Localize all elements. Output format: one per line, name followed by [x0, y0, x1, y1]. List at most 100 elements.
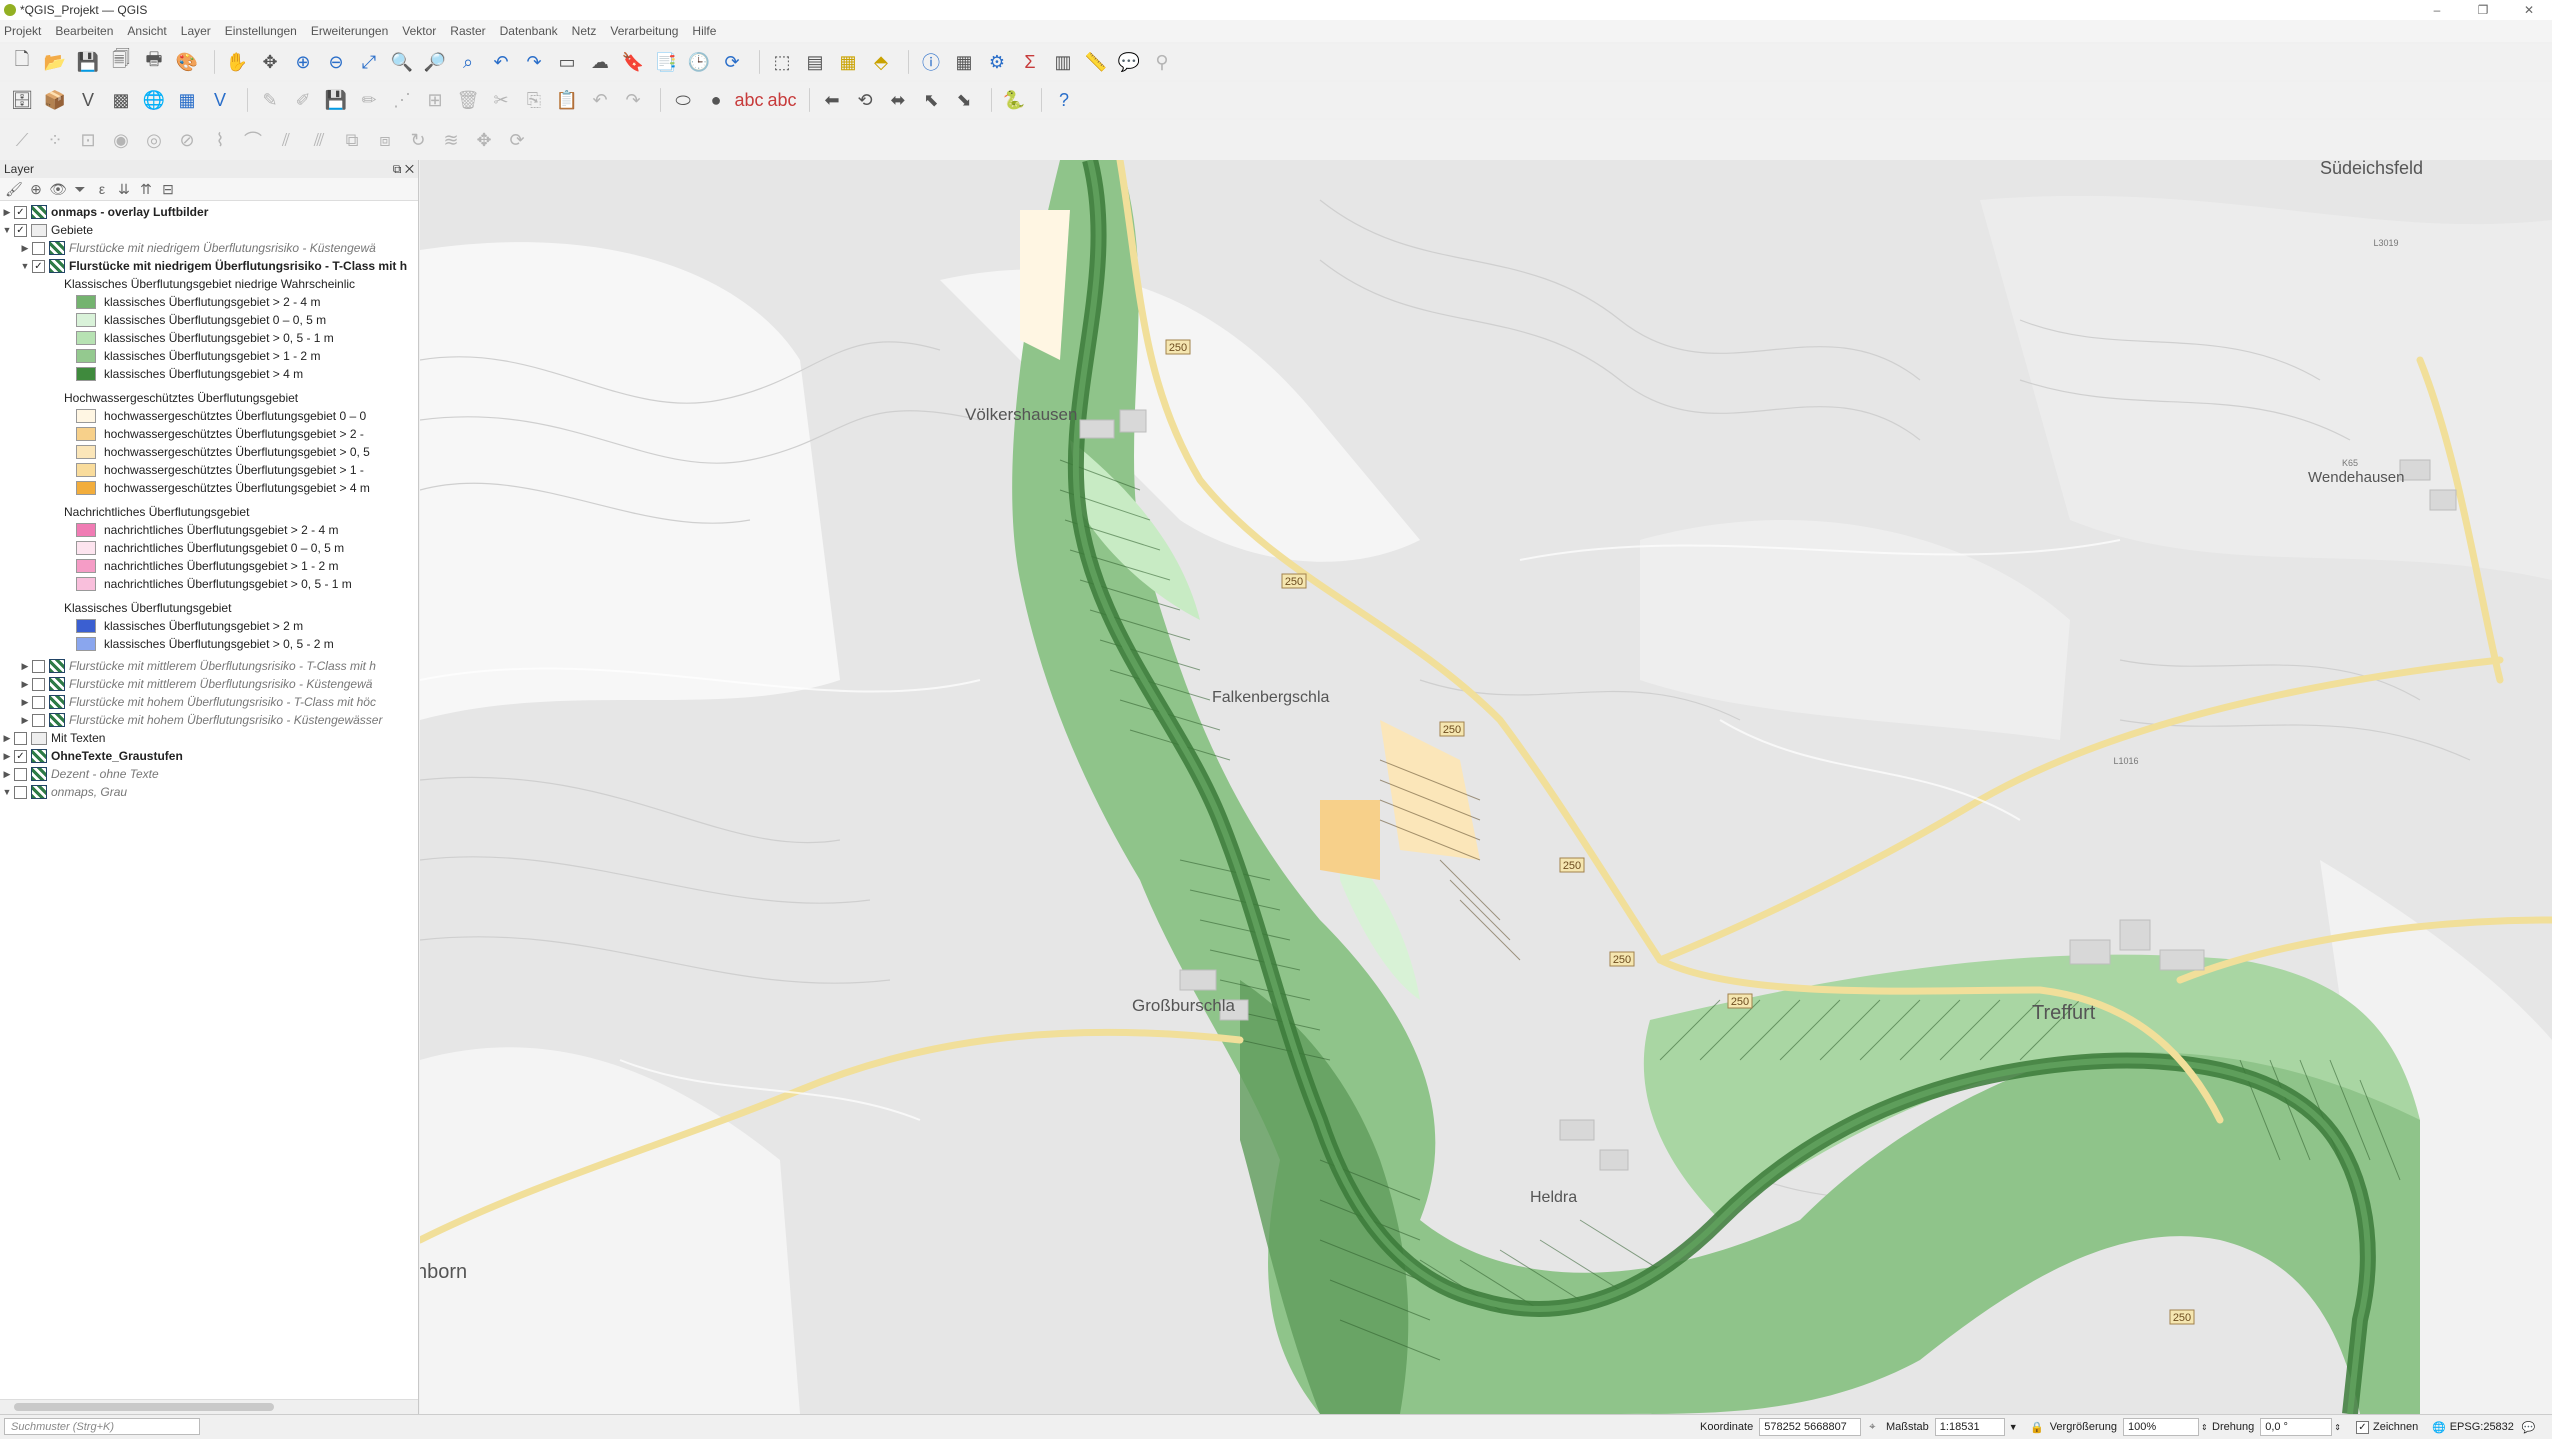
expand-arrow-icon[interactable]: ▶	[18, 243, 32, 254]
menu-layer[interactable]: Layer	[181, 24, 211, 38]
scrollbar-thumb[interactable]	[14, 1403, 274, 1411]
zoom-layer-icon[interactable]: 🔎	[421, 48, 449, 76]
layer-checkbox[interactable]	[32, 241, 45, 255]
layer-checkbox[interactable]	[32, 695, 45, 709]
python-console-icon[interactable]: 🐍	[1000, 86, 1028, 114]
expand-arrow-icon[interactable]: ▶	[18, 661, 32, 672]
layer-panel-hscrollbar[interactable]	[0, 1399, 418, 1414]
menu-hilfe[interactable]: Hilfe	[692, 24, 716, 38]
field-calculator-icon[interactable]: ▥	[1049, 48, 1077, 76]
open-project-icon[interactable]: 📂	[41, 48, 69, 76]
layer-row[interactable]: ▶ Flurstücke mit mittlerem Überflutungsr…	[0, 657, 418, 675]
label-tool-icon[interactable]: ⬭	[669, 86, 697, 114]
show-bookmarks-icon[interactable]: 📑	[652, 48, 680, 76]
deselect-icon[interactable]: ▦	[834, 48, 862, 76]
expand-arrow-icon[interactable]: ▶	[0, 751, 14, 762]
paste-features-icon[interactable]: 📋	[553, 86, 581, 114]
menu-verarbeitung[interactable]: Verarbeitung	[610, 24, 678, 38]
rotation-input[interactable]: 0,0 °	[2260, 1418, 2333, 1436]
temporal-icon[interactable]: 🕒	[685, 48, 713, 76]
style-manager-icon[interactable]: 🎨	[173, 48, 201, 76]
add-raster-icon[interactable]: ▩	[107, 86, 135, 114]
group-row[interactable]: ▼ ✓ Gebiete	[0, 221, 418, 239]
expand-arrow-icon[interactable]: ▶	[0, 733, 14, 744]
add-virtual-icon[interactable]: V	[206, 86, 234, 114]
data-source-manager-icon[interactable]: 🗄	[8, 86, 36, 114]
modify-attributes-icon[interactable]: ⊞	[421, 86, 449, 114]
coordinate-input[interactable]: 578252 5668807	[1759, 1418, 1862, 1436]
layer-checkbox[interactable]: ✓	[14, 749, 27, 763]
toggle-edit-icon[interactable]: ✎	[256, 86, 284, 114]
layer-row[interactable]: ▶ Flurstücke mit hohem Überflutungsrisik…	[0, 711, 418, 729]
menu-vektor[interactable]: Vektor	[402, 24, 436, 38]
remove-layer-icon[interactable]: ⊟	[158, 181, 178, 198]
layer-checkbox[interactable]: ✓	[32, 259, 45, 273]
add-wms-icon[interactable]: 🌐	[140, 86, 168, 114]
add-group-icon[interactable]: ⊕	[26, 181, 46, 198]
bookmark-icon[interactable]: 🔖	[619, 48, 647, 76]
group-row[interactable]: ▶ Mit Texten	[0, 729, 418, 747]
current-edits-icon[interactable]: ✐	[289, 86, 317, 114]
copy-features-icon[interactable]: ⎘	[520, 86, 548, 114]
collapse-arrow-icon[interactable]: ▼	[0, 787, 14, 797]
identify-icon[interactable]: ⓘ	[917, 48, 945, 76]
layer-row[interactable]: ▶ Flurstücke mit niedrigem Überflutungsr…	[0, 239, 418, 257]
rotate-point-icon[interactable]: ↻	[404, 126, 432, 154]
expand-arrow-icon[interactable]: ▶	[18, 697, 32, 708]
layer-row[interactable]: ▼ ✓ Flurstücke mit niedrigem Überflutung…	[0, 257, 418, 275]
label-change-icon[interactable]: ⬌	[884, 86, 912, 114]
crs-group[interactable]: 🌐 EPSG:25832 💬	[2432, 1418, 2536, 1436]
select-by-value-icon[interactable]: ▤	[801, 48, 829, 76]
advanced-digitizing-icon[interactable]: ⟋	[8, 126, 36, 154]
panel-close-icon[interactable]: ✕	[405, 162, 414, 176]
layer-row[interactable]: ▶ ✓ OhneTexte_Graustufen	[0, 747, 418, 765]
add-vector-icon[interactable]: V	[74, 86, 102, 114]
cut-features-icon[interactable]: ✂	[487, 86, 515, 114]
magnifier-spin-icon[interactable]: ⇕	[2201, 1423, 2208, 1432]
crs-globe-icon[interactable]: 🌐	[2432, 1421, 2446, 1434]
render-checkbox[interactable]: ✓	[2356, 1420, 2369, 1434]
collapse-arrow-icon[interactable]: ▼	[0, 225, 14, 235]
layer-checkbox[interactable]	[32, 677, 45, 691]
zoom-selection-icon[interactable]: 🔍	[388, 48, 416, 76]
menu-bearbeiten[interactable]: Bearbeiten	[55, 24, 113, 38]
new-map-view-icon[interactable]: ▭	[553, 48, 581, 76]
minimize-button[interactable]: –	[2414, 0, 2460, 20]
group-checkbox[interactable]	[14, 731, 27, 745]
zoom-full-icon[interactable]: ⤢	[355, 48, 383, 76]
fill-ring-icon[interactable]: ◉	[107, 126, 135, 154]
locator-icon[interactable]: ⚲	[1148, 48, 1176, 76]
group-checkbox[interactable]: ✓	[14, 223, 27, 237]
maximize-button[interactable]: ❐	[2460, 0, 2506, 20]
style-panel-icon[interactable]: 🖌	[4, 181, 24, 198]
label-show-hide-icon[interactable]: abc	[767, 86, 796, 114]
layer-row[interactable]: ▶ Flurstücke mit hohem Überflutungsrisik…	[0, 693, 418, 711]
label-highlight-icon[interactable]: abc	[734, 86, 763, 114]
map-canvas[interactable]: Südeichsfeld Völkershausen Wendehausen F…	[420, 160, 2552, 1414]
messages-icon[interactable]: 💬	[2522, 1421, 2536, 1434]
undo-icon[interactable]: ↶	[586, 86, 614, 114]
label-move-icon[interactable]: ⬅	[818, 86, 846, 114]
collapse-all-icon[interactable]: ⇈	[136, 181, 156, 198]
locator-search-input[interactable]: Suchmuster (Strg+K)	[4, 1418, 200, 1435]
zoom-in-icon[interactable]: ⊕	[289, 48, 317, 76]
offset-curve-icon[interactable]: ⌒	[239, 126, 267, 154]
move-feature-icon[interactable]: ✥	[470, 126, 498, 154]
layer-checkbox[interactable]	[32, 713, 45, 727]
split-features-icon[interactable]: ⫽	[272, 126, 300, 154]
zoom-next-icon[interactable]: ↷	[520, 48, 548, 76]
redo-icon[interactable]: ↷	[619, 86, 647, 114]
new-project-icon[interactable]: 🗋	[8, 48, 36, 76]
add-mesh-icon[interactable]: ▦	[173, 86, 201, 114]
layer-row[interactable]: ▶ ✓ onmaps - overlay Luftbilder	[0, 203, 418, 221]
menu-einstellungen[interactable]: Einstellungen	[225, 24, 297, 38]
merge-features-icon[interactable]: ⧉	[338, 126, 366, 154]
pan-to-selection-icon[interactable]: ✥	[256, 48, 284, 76]
collapse-arrow-icon[interactable]: ▼	[18, 261, 32, 271]
expand-arrow-icon[interactable]: ▶	[18, 679, 32, 690]
save-as-icon[interactable]: 🗐	[107, 48, 135, 76]
zoom-native-icon[interactable]: ⌕	[454, 48, 482, 76]
scale-dropdown-icon[interactable]: ▼	[2009, 1422, 2018, 1432]
filter-expression-icon[interactable]: ε	[92, 181, 112, 197]
statistics-sigma-icon[interactable]: Σ	[1016, 48, 1044, 76]
